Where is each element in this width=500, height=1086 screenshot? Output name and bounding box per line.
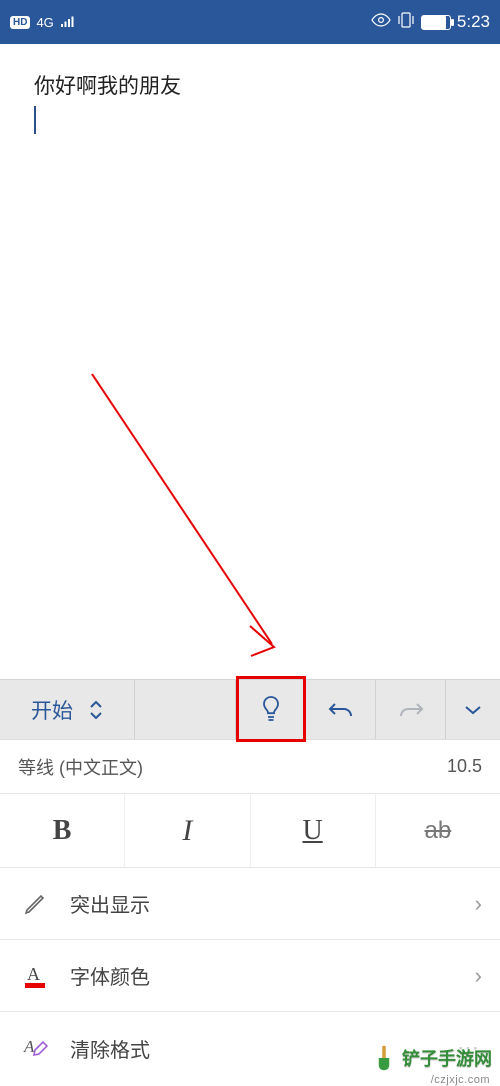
bold-button[interactable]: B xyxy=(0,794,125,867)
font-color-icon: A xyxy=(18,962,52,990)
svg-text:A: A xyxy=(27,964,40,984)
svg-text:A: A xyxy=(23,1037,35,1056)
option-clear-format-label: 清除格式 xyxy=(70,1034,150,1063)
clock: 5:23 xyxy=(457,12,490,32)
eye-icon xyxy=(371,12,391,32)
format-row: B I U ab xyxy=(0,794,500,868)
hd-badge: HD xyxy=(10,16,30,29)
document-area[interactable]: 你好啊我的朋友 xyxy=(0,44,500,679)
annotation-arrow-icon xyxy=(72,364,302,674)
clear-format-icon: A xyxy=(18,1034,52,1062)
undo-button[interactable] xyxy=(305,680,375,739)
underline-button[interactable]: U xyxy=(251,794,376,867)
collapse-button[interactable] xyxy=(445,680,500,739)
status-left: HD 4G xyxy=(10,12,76,32)
chevron-right-icon: › xyxy=(475,963,482,989)
italic-button[interactable]: I xyxy=(125,794,250,867)
battery-icon xyxy=(421,15,451,30)
tab-start-label: 开始 xyxy=(31,695,73,725)
annotation-red-box xyxy=(236,676,306,742)
watermark-text: 铲子手游网 xyxy=(402,1045,492,1071)
font-selector-row[interactable]: 等线 (中文正文) 10.5 xyxy=(0,739,500,794)
option-font-color[interactable]: A 字体颜色 › xyxy=(0,940,500,1012)
strike-button[interactable]: ab xyxy=(376,794,500,867)
tab-start[interactable]: 开始 xyxy=(0,680,135,739)
document-text: 你好啊我的朋友 xyxy=(34,70,466,100)
signal-bars-icon xyxy=(60,12,76,32)
option-font-color-label: 字体颜色 xyxy=(70,961,150,990)
option-highlight-label: 突出显示 xyxy=(70,889,150,918)
font-name: 等线 (中文正文) xyxy=(18,754,143,780)
chevron-expand-icon[interactable] xyxy=(89,701,103,719)
option-highlight[interactable]: 突出显示 › xyxy=(0,868,500,940)
status-right: 5:23 xyxy=(371,12,490,33)
font-size: 10.5 xyxy=(447,756,482,777)
watermark-url: /czjxjc.com xyxy=(431,1074,490,1086)
status-bar: HD 4G 5:23 xyxy=(0,0,500,44)
redo-button[interactable] xyxy=(375,680,445,739)
ribbon-toolbar: 开始 xyxy=(0,679,500,739)
chevron-right-icon: › xyxy=(475,891,482,917)
vibrate-icon xyxy=(397,12,415,33)
watermark: 铲子手游网 xyxy=(370,1044,492,1072)
shovel-icon xyxy=(370,1044,398,1072)
pen-icon xyxy=(18,891,52,917)
text-cursor xyxy=(34,106,36,134)
network-label: 4G xyxy=(36,15,53,30)
